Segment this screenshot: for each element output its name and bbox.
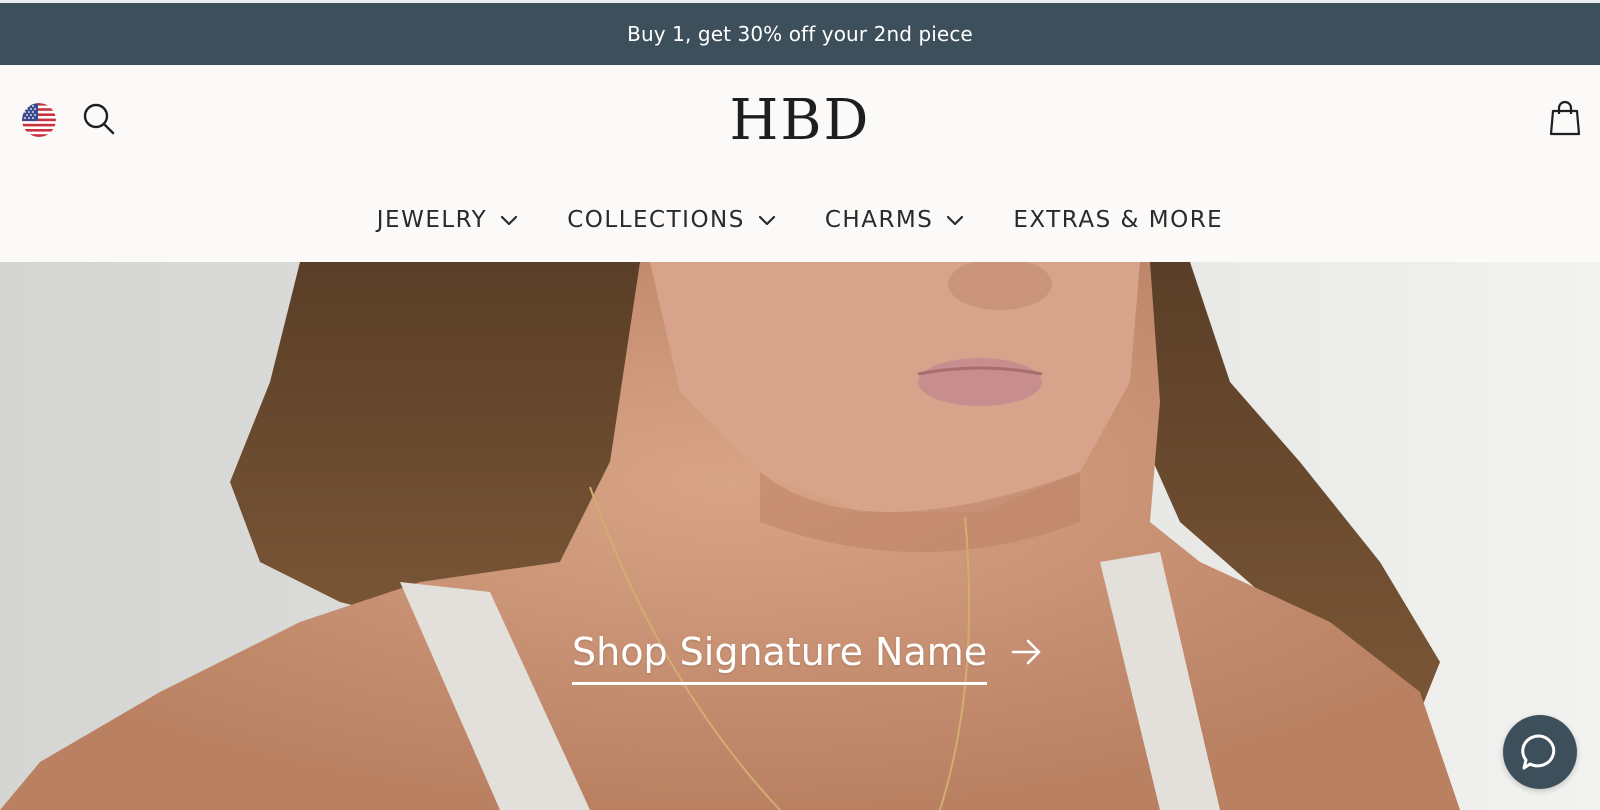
announcement-bar: Buy 1, get 30% off your 2nd piece — [0, 3, 1600, 65]
site-logo[interactable]: HBD — [700, 84, 900, 156]
nav-item-extras-more[interactable]: EXTRAS & MORE — [1013, 207, 1223, 233]
shop-signature-name-link[interactable]: Shop Signature Name — [572, 622, 1043, 692]
nav-item-label: JEWELRY — [376, 207, 488, 233]
hero-banner — [0, 262, 1600, 810]
nav-item-label: CHARMS — [824, 207, 934, 233]
cta-label: Shop Signature Name — [572, 630, 988, 685]
chevron-down-icon — [947, 215, 964, 226]
hero-image — [0, 262, 1600, 810]
us-flag-icon[interactable] — [22, 103, 56, 137]
arrow-right-icon — [1011, 639, 1041, 665]
chat-bubble-icon — [1521, 734, 1556, 770]
search-icon[interactable] — [82, 102, 116, 136]
chat-button[interactable] — [1503, 715, 1577, 789]
nav-item-jewelry[interactable]: JEWELRY — [377, 207, 519, 233]
announcement-text: Buy 1, get 30% off your 2nd piece — [627, 22, 973, 46]
shopping-bag-icon[interactable] — [1549, 100, 1581, 136]
nav-item-charms[interactable]: CHARMS — [825, 207, 966, 233]
nav-item-label: EXTRAS & MORE — [1013, 207, 1224, 233]
main-nav: JEWELRY COLLECTIONS CHARMS EXTRAS & MORE — [0, 198, 1600, 242]
chevron-down-icon — [758, 215, 775, 226]
nav-item-label: COLLECTIONS — [567, 207, 745, 233]
nav-item-collections[interactable]: COLLECTIONS — [567, 207, 777, 233]
chevron-down-icon — [501, 215, 518, 226]
